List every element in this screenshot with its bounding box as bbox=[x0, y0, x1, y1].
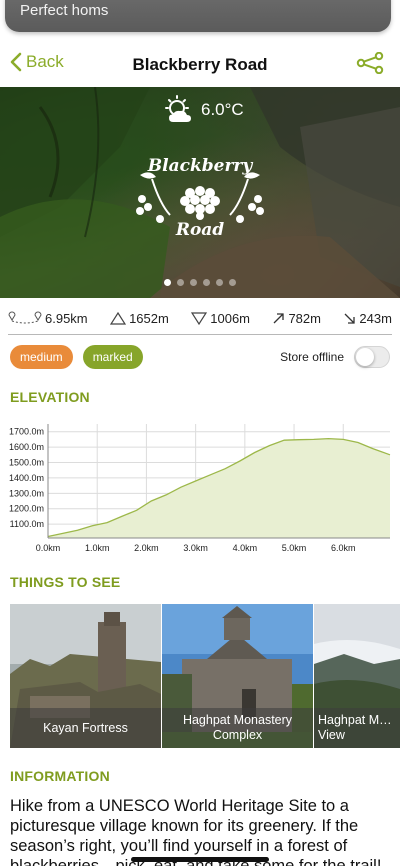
notification-banner-area: Perfect homs bbox=[0, 0, 400, 40]
notification-text: Perfect homs bbox=[20, 2, 109, 19]
share-icon bbox=[356, 51, 384, 75]
things-to-see-carousel[interactable]: Kayan Fortress Haghpat Monastery Complex… bbox=[10, 604, 400, 748]
carousel-dot[interactable] bbox=[190, 279, 197, 286]
marking-badge: marked bbox=[82, 345, 143, 369]
y-tick-label: 1500.0m bbox=[9, 458, 44, 468]
information-line: picturesque village known for its greene… bbox=[10, 817, 359, 835]
information-line: Hike from a UNESCO World Heritage Site t… bbox=[10, 797, 349, 815]
elevation-area bbox=[48, 438, 390, 538]
divider bbox=[8, 334, 392, 335]
page-title: Blackberry Road bbox=[132, 55, 268, 74]
home-indicator bbox=[131, 857, 269, 862]
triangle-up-icon bbox=[110, 311, 127, 325]
blackberry-road-logo: Blackberry Road bbox=[136, 156, 264, 239]
arrow-down-right-icon bbox=[344, 313, 356, 324]
y-tick-label: 1700.0m bbox=[9, 427, 44, 437]
carousel-dot[interactable] bbox=[203, 279, 210, 286]
store-offline-setting: Store offline bbox=[280, 346, 390, 368]
carousel-indicator[interactable] bbox=[0, 279, 400, 286]
share-button[interactable] bbox=[356, 51, 384, 79]
min-altitude-value: 1006m bbox=[210, 310, 251, 326]
x-tick-label: 2.0km bbox=[134, 543, 159, 553]
store-offline-label: Store offline bbox=[280, 350, 344, 364]
poi-card[interactable]: Haghpat M… View bbox=[314, 604, 400, 748]
stat-ascent: 782m bbox=[272, 311, 321, 326]
stat-descent: 243m bbox=[343, 311, 392, 326]
x-tick-label: 0.0km bbox=[36, 543, 61, 553]
x-tick-label: 4.0km bbox=[233, 543, 258, 553]
store-offline-toggle[interactable] bbox=[354, 346, 390, 368]
route-tags: medium marked bbox=[10, 345, 143, 369]
x-tick-label: 5.0km bbox=[282, 543, 307, 553]
stat-min-altitude: 1006m bbox=[191, 311, 250, 326]
poi-card[interactable]: Kayan Fortress bbox=[10, 604, 161, 748]
things-to-see-heading: THINGS TO SEE bbox=[10, 574, 121, 590]
y-tick-label: 1600.0m bbox=[9, 442, 44, 452]
svg-text:Blackberry: Blackberry bbox=[147, 156, 254, 176]
triangle-down-icon bbox=[191, 311, 208, 325]
y-tick-label: 1400.0m bbox=[9, 473, 44, 483]
carousel-dot[interactable] bbox=[216, 279, 223, 286]
elevation-heading: ELEVATION bbox=[10, 389, 90, 405]
y-tick-label: 1200.0m bbox=[9, 504, 44, 514]
poi-card[interactable]: Haghpat Monastery Complex bbox=[162, 604, 313, 748]
route-stats: 6.95km 1652m 1006m 782m 243m bbox=[8, 305, 392, 331]
x-tick-label: 6.0km bbox=[331, 543, 356, 553]
stat-max-altitude: 1652m bbox=[110, 311, 169, 326]
stat-distance: 6.95km bbox=[8, 311, 88, 326]
x-tick-label: 3.0km bbox=[183, 543, 208, 553]
notification-banner[interactable]: Perfect homs bbox=[5, 0, 391, 32]
carousel-dot[interactable] bbox=[164, 279, 171, 286]
poi-caption: Haghpat M… View bbox=[314, 708, 400, 748]
y-tick-label: 1300.0m bbox=[9, 488, 44, 498]
information-heading: INFORMATION bbox=[10, 768, 110, 784]
information-line: season’s right, you’ll find yourself in … bbox=[10, 837, 348, 855]
route-distance-icon bbox=[8, 311, 42, 324]
x-tick-label: 1.0km bbox=[85, 543, 110, 553]
ascent-value: 782m bbox=[288, 310, 321, 326]
partly-cloudy-icon bbox=[165, 95, 191, 122]
information-text: Hike from a UNESCO World Heritage Site t… bbox=[10, 796, 400, 866]
arrow-up-right-icon bbox=[273, 312, 285, 323]
max-altitude-value: 1652m bbox=[129, 310, 169, 326]
y-tick-label: 1100.0m bbox=[10, 519, 44, 529]
carousel-dot[interactable] bbox=[177, 279, 184, 286]
navigation-bar: Back Blackberry Road bbox=[0, 44, 400, 86]
carousel-dot[interactable] bbox=[229, 279, 236, 286]
difficulty-badge: medium bbox=[10, 345, 73, 369]
descent-value: 243m bbox=[359, 310, 392, 326]
temperature: 6.0°C bbox=[201, 100, 244, 119]
poi-caption: Haghpat Monastery Complex bbox=[162, 708, 313, 748]
svg-text:Road: Road bbox=[175, 220, 224, 239]
poi-caption: Kayan Fortress bbox=[10, 708, 161, 748]
weather-widget: 6.0°C bbox=[163, 95, 244, 125]
hero-carousel[interactable]: 6.0°C Blackberry Road bbox=[0, 87, 400, 298]
distance-value: 6.95km bbox=[45, 310, 88, 326]
elevation-chart: 1700.0m 1600.0m 1500.0m 1400.0m 1300.0m 1200.… bbox=[9, 424, 391, 553]
